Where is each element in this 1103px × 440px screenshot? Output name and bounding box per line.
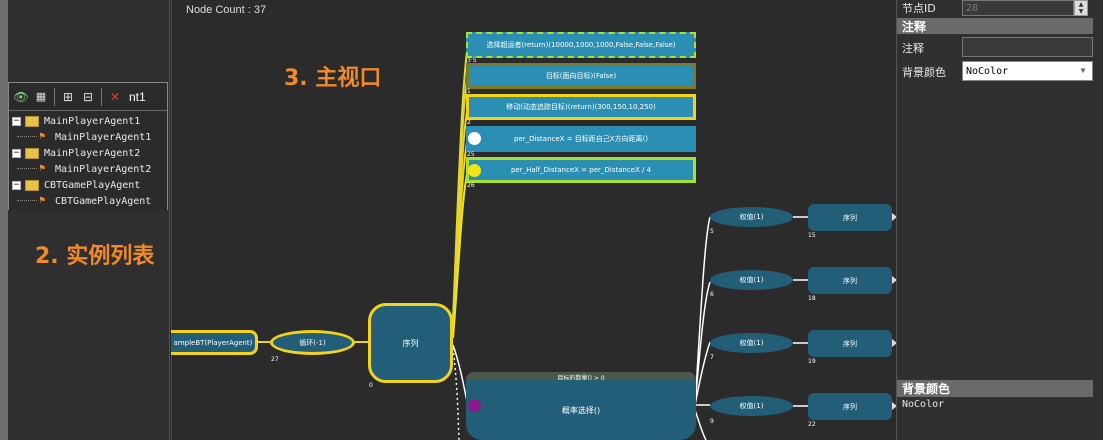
stepper-up-icon[interactable]: ▲ [1075, 1, 1087, 8]
node-label: 权值(1) [739, 213, 764, 221]
weight-node[interactable]: 权值(1) [710, 207, 793, 227]
node-index: 5 [710, 228, 714, 235]
node-index: 15 [808, 232, 816, 239]
description-header: 背景颜色 [897, 380, 1093, 397]
node-index: 9 [710, 418, 714, 425]
node-label: per_Half_DistanceX = per_DistanceX / 4 [510, 166, 652, 174]
comment-section-header[interactable]: 注释 [897, 18, 1093, 34]
stepper-down-icon[interactable]: ▼ [1075, 8, 1087, 15]
node-label: 概率选择() [561, 405, 601, 415]
comment-label: 注释 [902, 42, 924, 55]
bg-color-label: 背景颜色 [902, 66, 946, 79]
node-index: 0 [369, 382, 373, 389]
per-distance-node[interactable]: per_DistanceX = 目标距自己X方向距离() [466, 126, 696, 152]
main-viewport-caption: 3. 主视口 [284, 66, 382, 91]
node-id-label: 节点ID [902, 2, 936, 15]
node-index: 2 [467, 119, 471, 126]
node-label: 序列 [843, 402, 857, 411]
node-label: 序列 [402, 338, 419, 348]
node-label: 权值(1) [739, 339, 764, 347]
random-select-node[interactable]: 概率选择() [466, 380, 696, 440]
node-index: 18 [808, 295, 816, 302]
sequence-node[interactable]: 序列 [808, 393, 892, 420]
bg-color-select-value: NoColor [966, 65, 1009, 77]
weight-node[interactable]: 权值(1) [710, 333, 793, 353]
node-label: 目标(面向目标)(False) [545, 72, 617, 80]
node-id-stepper[interactable]: ▲ ▼ [1074, 0, 1088, 16]
loop-node[interactable]: 循环(-1) [270, 330, 355, 355]
sequence-node[interactable]: 序列 [808, 330, 892, 357]
weight-node[interactable]: 权值(1) [710, 396, 793, 416]
bg-color-select[interactable]: NoColor ▼ [962, 61, 1093, 81]
node-index: 22 [808, 421, 816, 428]
node-label: 权值(1) [739, 402, 764, 410]
sequence-node[interactable]: 序列 [368, 303, 453, 383]
node-label: 移动(动态追踪目标)(return)(300,150,10,250) [506, 103, 656, 111]
node-label: 权值(1) [739, 276, 764, 284]
select-target-node[interactable]: 选择超运者(return)(10000,1000,1000,False,Fals… [466, 32, 696, 58]
node-index: 6 [710, 291, 714, 298]
sequence-node[interactable]: 序列 [808, 204, 892, 231]
node-label: 循环(-1) [299, 338, 326, 347]
node-label: 序列 [843, 276, 857, 285]
per-half-distance-node[interactable]: per_Half_DistanceX = per_DistanceX / 4 [466, 157, 696, 183]
weight-node[interactable]: 权值(1) [710, 270, 793, 290]
sequence-node[interactable]: 序列 [808, 267, 892, 294]
node-label: 序列 [843, 213, 857, 222]
move-node[interactable]: 移动(动态追踪目标)(return)(300,150,10,250) [466, 94, 696, 120]
node-label: 选择超运者(return)(10000,1000,1000,False,Fals… [486, 41, 676, 49]
comment-field[interactable] [962, 37, 1093, 57]
node-label: 序列 [843, 339, 857, 348]
node-count: Node Count : 37 [186, 4, 267, 16]
chevron-down-icon[interactable]: ▼ [1076, 64, 1090, 78]
description-text: NoColor [902, 399, 945, 410]
node-index: 27 [271, 356, 279, 363]
purple-dot-icon [468, 399, 481, 412]
node-index: 7 [710, 354, 714, 361]
node-id-field[interactable]: 28 [962, 0, 1074, 16]
yellow-dot-icon [468, 164, 481, 177]
node-label: ampleBT(PlayerAgent) [173, 338, 253, 347]
node-label: per_DistanceX = 目标距自己X方向距离() [513, 135, 649, 143]
node-index: 19 [808, 358, 816, 365]
node-index: 26 [467, 182, 475, 189]
white-dot-icon [468, 132, 481, 145]
root-node[interactable]: ampleBT(PlayerAgent) [171, 330, 258, 355]
target-node[interactable]: 目标(面向目标)(False) [466, 63, 696, 89]
